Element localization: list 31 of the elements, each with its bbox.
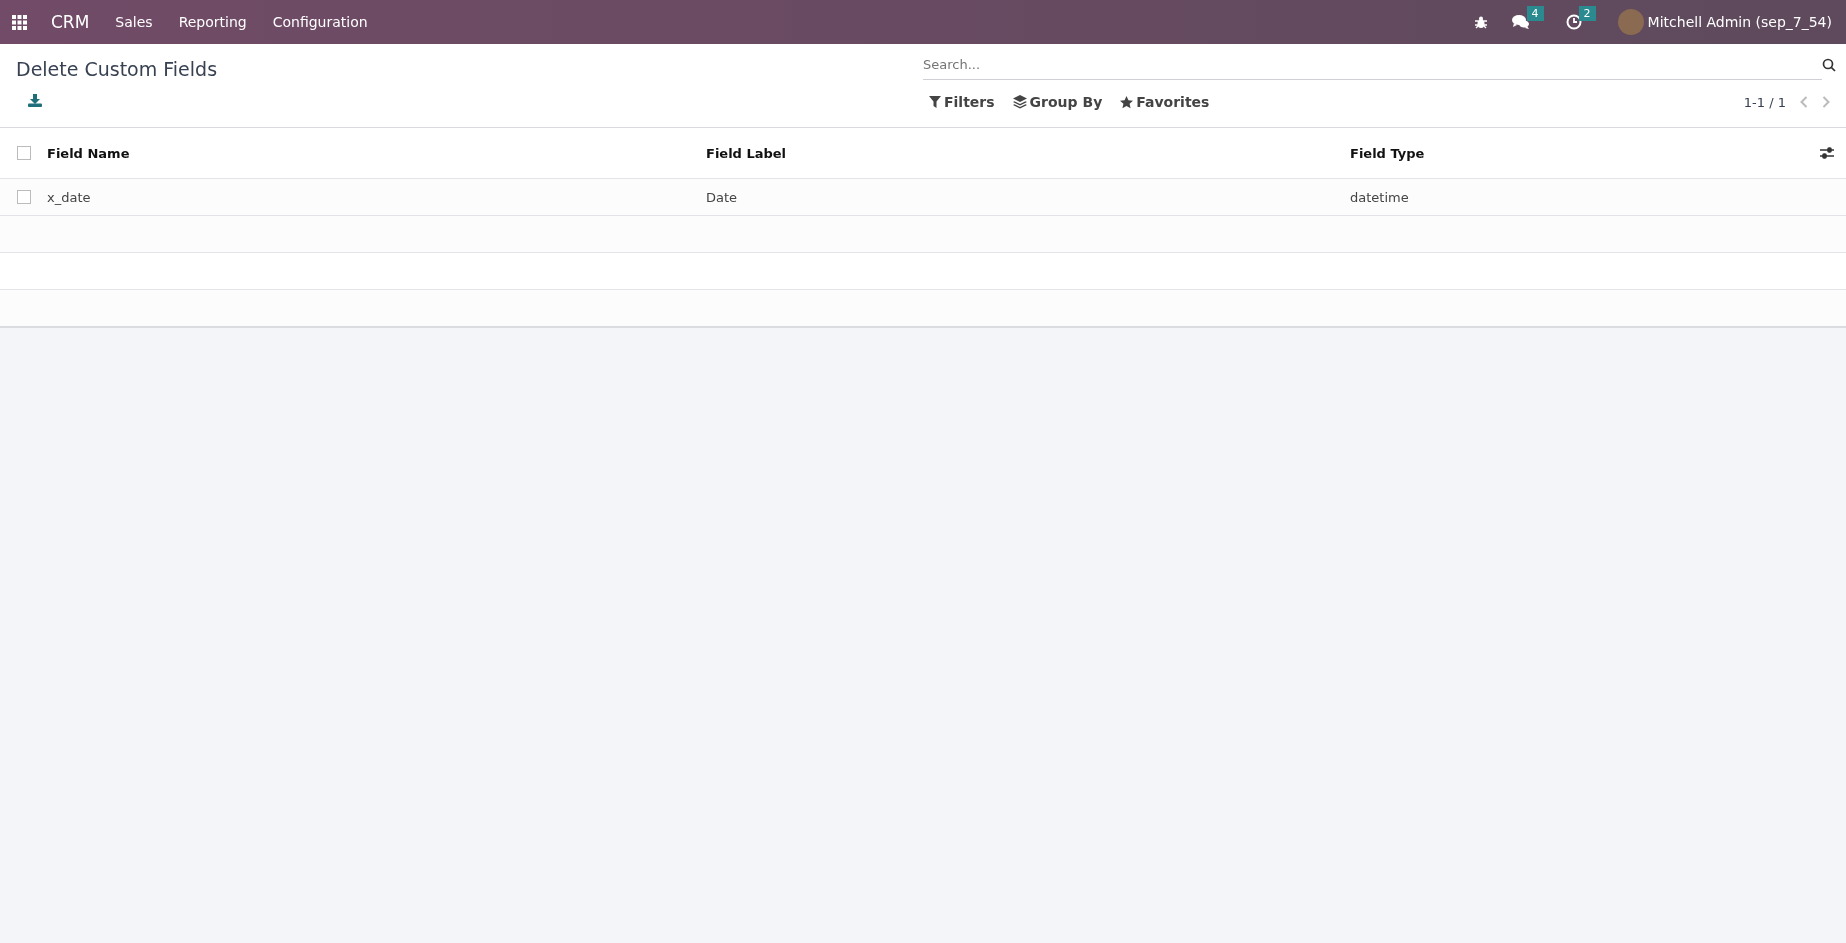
row-checkbox[interactable] — [16, 190, 31, 204]
layers-icon — [1012, 95, 1027, 109]
search-icon[interactable] — [1822, 58, 1836, 72]
filter-icon — [929, 96, 941, 108]
user-name[interactable]: Mitchell Admin (sep_7_54) — [1647, 14, 1832, 30]
menu-item[interactable]: Sales — [115, 14, 153, 30]
bug-icon[interactable] — [1473, 15, 1488, 29]
search-option-button[interactable]: Group By — [1006, 90, 1109, 114]
table-cell: Date — [706, 189, 738, 205]
column-header[interactable]: Field Name — [47, 145, 130, 161]
table-cell: x_date — [47, 189, 91, 205]
column-header[interactable]: Field Label — [706, 145, 787, 161]
select-all-checkbox[interactable] — [16, 146, 31, 160]
search-option-button[interactable]: Favorites — [1114, 90, 1216, 114]
menu-item[interactable]: Reporting — [178, 14, 247, 30]
app-name[interactable]: CRM — [51, 12, 90, 32]
activity-count-badge: 2 — [1578, 6, 1596, 21]
pager-value[interactable]: 1-1 / 1 — [1743, 94, 1786, 110]
menu-item[interactable]: Configuration — [272, 14, 368, 30]
table-cell: datetime — [1350, 189, 1409, 205]
clock-icon[interactable] — [1565, 14, 1582, 30]
message-count-badge: 4 — [1526, 6, 1544, 21]
column-header[interactable]: Field Type — [1350, 145, 1425, 161]
star-icon — [1120, 95, 1134, 109]
sliders-icon[interactable] — [1820, 147, 1834, 159]
apps-menu-icon[interactable] — [12, 14, 27, 30]
search-option-button[interactable]: Filters — [923, 90, 1001, 114]
search-field[interactable]: Search... — [923, 50, 1822, 80]
download-icon[interactable] — [28, 94, 42, 107]
page-title: Delete Custom Fields — [16, 58, 219, 80]
chat-icon[interactable] — [1511, 14, 1530, 30]
